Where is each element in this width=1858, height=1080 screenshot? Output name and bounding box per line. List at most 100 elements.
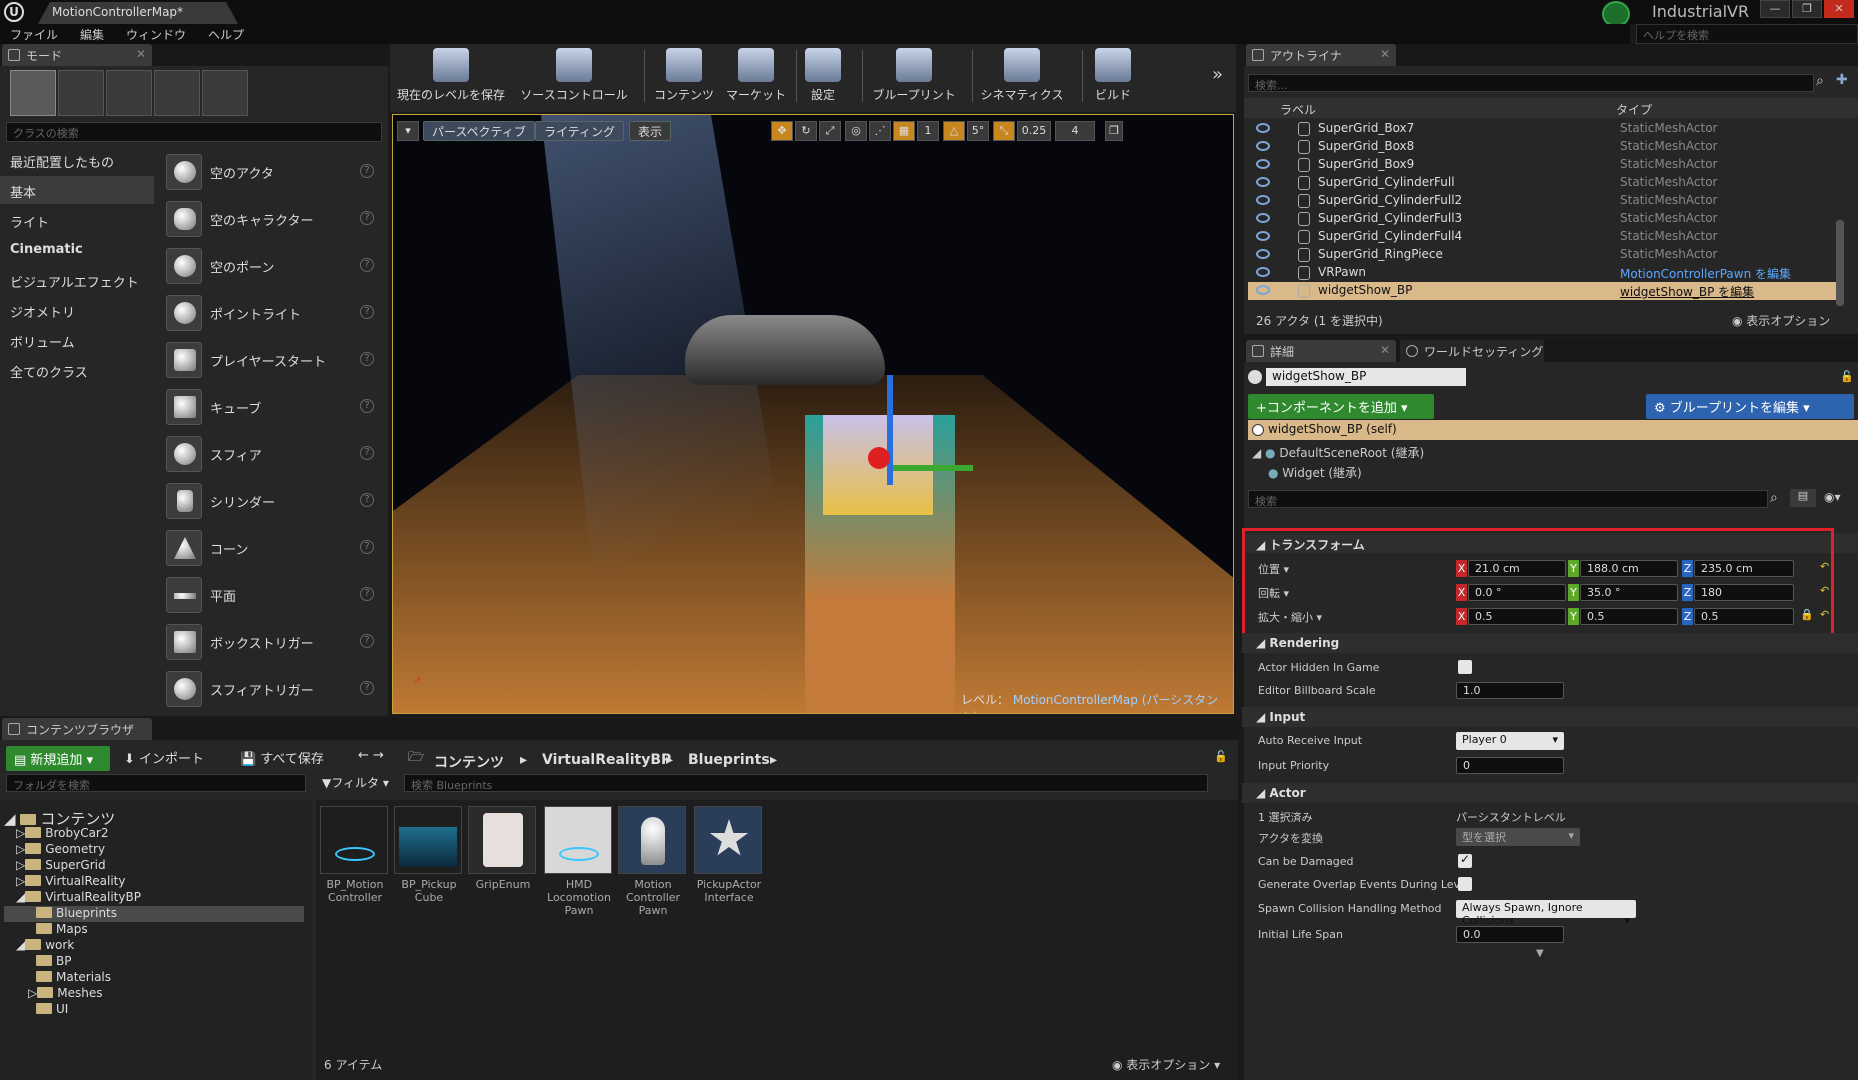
blueprints-button[interactable]: ブループリント xyxy=(866,48,962,104)
expand-advanced-icon[interactable]: ▼ xyxy=(1536,948,1544,959)
camera-speed-value[interactable]: 4 xyxy=(1055,121,1095,141)
menu-help[interactable]: ヘルプ xyxy=(208,26,244,43)
outliner-row[interactable]: VRPawn MotionControllerPawn を編集 xyxy=(1248,264,1838,282)
property-matrix-icon[interactable]: ▤ xyxy=(1790,489,1816,507)
collapse-arrow-icon[interactable]: ◢ xyxy=(1252,446,1265,460)
tree-item-maps[interactable]: Maps xyxy=(4,922,304,938)
input-priority-field[interactable]: 0 xyxy=(1456,757,1564,774)
breadcrumb-separator-icon[interactable]: ▸ xyxy=(520,752,527,768)
surface-snap-icon[interactable]: ⋰ xyxy=(869,121,891,141)
viewport-menu-icon[interactable]: ▾ xyxy=(397,121,419,141)
show-button[interactable]: 表示 xyxy=(629,121,672,141)
tree-item-blueprints[interactable]: Blueprints xyxy=(4,906,304,922)
reset-rotation-icon[interactable]: ↶ xyxy=(1820,584,1829,597)
gizmo-x-handle[interactable] xyxy=(868,447,890,469)
rendering-section-header[interactable]: ◢ Rendering xyxy=(1242,633,1858,653)
asset-motion-controller-pawn[interactable]: Motion Controller Pawn xyxy=(618,806,688,917)
tree-item-content[interactable]: ◢ コンテンツ xyxy=(4,808,304,828)
foliage-mode-icon[interactable] xyxy=(154,70,200,116)
scale-snap-icon[interactable]: ⤡ xyxy=(993,121,1015,141)
place-item-cone[interactable]: コーン? xyxy=(160,526,382,570)
add-component-button[interactable]: +コンポーネントを追加 ▾ xyxy=(1248,394,1434,419)
component-widget-row[interactable]: ● Widget (継承) xyxy=(1268,464,1362,481)
asset-bp-pickup-cube[interactable]: BP_Pickup Cube xyxy=(394,806,464,904)
breadcrumb-content[interactable]: コンテンツ xyxy=(434,752,504,772)
help-icon[interactable]: ? xyxy=(360,399,374,413)
help-icon[interactable]: ? xyxy=(360,681,374,695)
close-button[interactable]: ✕ xyxy=(1824,0,1854,18)
tree-item-meshes[interactable]: ▷ Meshes xyxy=(4,986,304,1002)
details-search-input[interactable]: 検索 xyxy=(1248,490,1768,508)
help-icon[interactable]: ? xyxy=(360,446,374,460)
build-button[interactable]: ビルド xyxy=(1090,48,1136,104)
content-view-options[interactable]: ◉ 表示オプション ▾ xyxy=(1112,1056,1220,1073)
world-settings-tab[interactable]: ワールドセッティング xyxy=(1400,340,1544,362)
import-button[interactable]: ⬇ インポート xyxy=(124,748,204,767)
breadcrumb-virtualrealitybp[interactable]: VirtualRealityBP xyxy=(542,752,671,768)
rotation-label[interactable]: 回転 ▾ xyxy=(1258,585,1289,601)
place-item-empty-character[interactable]: 空のキャラクター? xyxy=(160,197,382,241)
world-space-icon[interactable]: ◎ xyxy=(845,121,867,141)
lock-icon[interactable]: 🔓 xyxy=(1214,750,1228,763)
eye-icon[interactable] xyxy=(1256,159,1270,169)
save-level-button[interactable]: 現在のレベルを保存 xyxy=(396,48,506,104)
class-search-input[interactable]: クラスの検索 xyxy=(6,122,382,142)
folder-search-input[interactable]: フォルダを検索 xyxy=(6,774,306,792)
eye-icon[interactable] xyxy=(1256,249,1270,259)
eye-icon[interactable] xyxy=(1256,177,1270,187)
rotation-snap-icon[interactable]: △ xyxy=(943,121,965,141)
scale-lock-icon[interactable]: 🔒 xyxy=(1800,608,1814,621)
location-z-field[interactable]: 235.0 cm xyxy=(1694,560,1794,577)
source-control-button[interactable]: ソースコントロール xyxy=(514,48,634,104)
landscape-mode-icon[interactable] xyxy=(106,70,152,116)
maximize-viewport-icon[interactable]: ❐ xyxy=(1105,121,1123,141)
rotation-z-field[interactable]: 180 xyxy=(1694,584,1794,601)
asset-bp-motion-controller[interactable]: BP_Motion Controller xyxy=(320,806,390,904)
outliner-search-input[interactable]: 検索... xyxy=(1248,74,1814,92)
can-be-damaged-checkbox[interactable] xyxy=(1458,852,1472,868)
asset-search-input[interactable]: 検索 Blueprints xyxy=(404,774,1208,792)
scale-tool-icon[interactable]: ⤢ xyxy=(819,121,841,141)
component-root-row[interactable]: ◢ ● DefaultSceneRoot (継承) xyxy=(1252,444,1424,461)
outliner-row-selected[interactable]: widgetShow_BP widgetShow_BP を編集 xyxy=(1248,282,1838,300)
location-x-field[interactable]: 21.0 cm xyxy=(1468,560,1566,577)
outliner-row[interactable]: SuperGrid_Box9 StaticMeshActor xyxy=(1248,156,1838,174)
place-item-cylinder[interactable]: シリンダー? xyxy=(160,479,382,523)
column-type-header[interactable]: タイプ xyxy=(1616,101,1652,118)
outliner-row[interactable]: SuperGrid_CylinderFull3 StaticMeshActor xyxy=(1248,210,1838,228)
place-item-sphere-trigger[interactable]: スフィアトリガー? xyxy=(160,667,382,711)
marketplace-button[interactable]: マーケット xyxy=(722,48,790,104)
menu-window[interactable]: ウィンドウ xyxy=(126,26,186,43)
translate-tool-icon[interactable]: ✥ xyxy=(771,121,793,141)
auto-receive-input-dropdown[interactable]: Player 0 ▾ xyxy=(1456,732,1564,750)
breadcrumb-blueprints[interactable]: Blueprints xyxy=(688,752,770,768)
outliner-row[interactable]: SuperGrid_CylinderFull2 StaticMeshActor xyxy=(1248,192,1838,210)
add-new-button[interactable]: ▤ 新規追加 ▾ xyxy=(6,746,110,771)
eye-icon[interactable] xyxy=(1256,213,1270,223)
convert-actor-dropdown[interactable]: 型を選択 ▾ xyxy=(1456,828,1580,846)
asset-gripenum[interactable]: GripEnum xyxy=(468,806,538,891)
menu-file[interactable]: ファイル xyxy=(10,26,58,43)
rotation-x-field[interactable]: 0.0 ° xyxy=(1468,584,1566,601)
outliner-row[interactable]: SuperGrid_RingPiece StaticMeshActor xyxy=(1248,246,1838,264)
component-self-row[interactable]: widgetShow_BP (self) xyxy=(1248,420,1858,440)
geometry-mode-icon[interactable] xyxy=(202,70,248,116)
reset-scale-icon[interactable]: ↶ xyxy=(1820,608,1829,621)
content-button[interactable]: コンテンツ xyxy=(650,48,718,104)
tree-item-virtualrealitybp[interactable]: ◢ VirtualRealityBP xyxy=(4,890,304,906)
help-icon[interactable]: ? xyxy=(360,305,374,319)
document-tab[interactable]: MotionControllerMap* xyxy=(38,2,238,24)
help-icon[interactable]: ? xyxy=(360,493,374,507)
tree-item-supergrid[interactable]: ▷ SuperGrid xyxy=(4,858,304,874)
eye-icon[interactable] xyxy=(1256,231,1270,241)
rotation-snap-value[interactable]: 5° xyxy=(967,121,989,141)
breadcrumb-separator-icon[interactable]: ▸ xyxy=(666,752,673,768)
save-all-button[interactable]: 💾 すべて保存 xyxy=(240,748,324,767)
back-forward-icons[interactable]: ← → xyxy=(358,748,384,763)
outliner-tab[interactable]: アウトライナ ✕ xyxy=(1246,44,1396,66)
rotate-tool-icon[interactable]: ↻ xyxy=(795,121,817,141)
asset-hmd-locomotion-pawn[interactable]: HMD Locomotion Pawn xyxy=(544,806,614,917)
filter-button[interactable]: ▼フィルタ ▾ xyxy=(322,774,389,791)
modes-tab[interactable]: モード ✕ xyxy=(2,44,152,66)
scale-x-field[interactable]: 0.5 xyxy=(1468,608,1566,625)
